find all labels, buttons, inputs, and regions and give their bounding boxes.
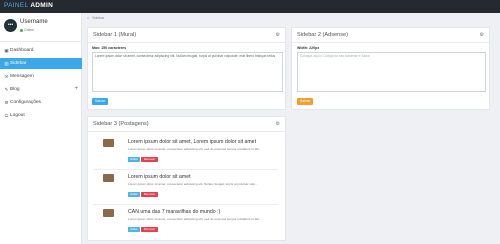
user-status: Online xyxy=(20,28,34,32)
user-profile: ••• Username Online xyxy=(0,13,82,42)
save-button[interactable]: Salvar xyxy=(92,98,108,105)
brand-part-2: ADMIN xyxy=(30,2,54,9)
sidebar-item-logout[interactable]: ⏻ Logout xyxy=(0,110,82,121)
field-label: Max: 150 caracteres xyxy=(92,46,127,50)
envelope-icon: ✉ xyxy=(4,74,9,79)
divider xyxy=(88,42,285,43)
sidebar-item-sidebar[interactable]: ▥ Sidebar xyxy=(0,58,82,69)
username: Username xyxy=(20,19,48,25)
panel-sidebar-1: Sidebar 1 (Mural) ⚙ Max: 150 caracteres … xyxy=(87,27,286,110)
sidebar-item-blog[interactable]: ✎ Blog + xyxy=(0,84,82,95)
remove-button[interactable]: Remover xyxy=(141,192,158,197)
sidebar-item-configuracoes[interactable]: ⚙ Configurações xyxy=(0,97,82,108)
home-icon[interactable]: ⌂ xyxy=(87,16,89,20)
edit-button[interactable]: Editar xyxy=(128,227,140,232)
sidebar-icon: ▥ xyxy=(4,61,9,66)
avatar[interactable]: ••• xyxy=(4,19,17,32)
power-icon: ⏻ xyxy=(4,113,9,118)
post-thumbnail[interactable] xyxy=(103,209,114,217)
sidebar-item-label: Logout xyxy=(10,113,25,118)
breadcrumb: ⌂ Sidebar xyxy=(87,16,104,20)
post-excerpt: Lorem ipsum dolor sit amet, consectetur … xyxy=(128,147,262,151)
mural-textarea[interactable]: Lorem ipsum dolor sit amet, consectetur … xyxy=(92,52,283,92)
post-title[interactable]: Lorem ipsum dolor sit amet xyxy=(128,174,191,180)
divider xyxy=(88,131,285,132)
post-excerpt: Lorem ipsum dolor sit amet, consectetur … xyxy=(128,217,262,221)
sidebar-item-label: Blog xyxy=(10,87,20,92)
expand-plus-icon[interactable]: + xyxy=(74,86,78,92)
divider xyxy=(292,42,489,43)
post-thumbnail[interactable] xyxy=(103,139,114,147)
panel-sidebar-2: Sidebar 2 (Adsense) ⚙ Width: 220px Coloq… xyxy=(291,27,490,110)
sidebar-item-label: Configurações xyxy=(10,100,41,105)
pencil-icon: ✎ xyxy=(4,87,9,92)
user-status-label: Online xyxy=(24,28,35,32)
sidebar-item-label: Dashboard xyxy=(10,48,34,53)
gear-icon[interactable]: ⚙ xyxy=(480,32,484,38)
sidebar-item-mensagem[interactable]: ✉ Mensagem xyxy=(0,71,82,82)
sidebar-item-dashboard[interactable]: ▣ Dashboard xyxy=(0,45,82,56)
gear-icon[interactable]: ⚙ xyxy=(276,121,280,127)
sidebar-item-label: Mensagem xyxy=(10,74,34,79)
brand-logo[interactable]: PAINEL ADMIN xyxy=(4,2,53,9)
post-item: Lorem ipsum dolor sit amet, Lorem ipsum … xyxy=(103,139,283,171)
post-item: CAN uma das 7 maravilhas do mundo :) Lor… xyxy=(103,209,283,241)
online-status-dot-icon xyxy=(20,28,23,32)
brand-part-1: PAINEL xyxy=(4,2,29,9)
panel-title: Sidebar 1 (Mural) xyxy=(93,32,137,38)
edit-button[interactable]: Editar xyxy=(128,192,140,197)
post-excerpt: Lorem ipsum dolor sit amet, consectetur … xyxy=(128,182,258,186)
divider xyxy=(93,204,278,205)
post-title[interactable]: Lorem ipsum dolor sit amet, Lorem ipsum … xyxy=(128,139,256,145)
gear-icon[interactable]: ⚙ xyxy=(276,32,280,38)
post-title[interactable]: CAN uma das 7 maravilhas do mundo :) xyxy=(128,209,220,215)
edit-button[interactable]: Editar xyxy=(128,157,140,162)
post-thumbnail[interactable] xyxy=(103,174,114,182)
post-item: Lorem ipsum dolor sit amet Lorem ipsum d… xyxy=(103,174,283,206)
top-navbar: PAINEL ADMIN xyxy=(0,0,500,13)
breadcrumb-current: Sidebar xyxy=(92,16,105,20)
divider xyxy=(93,169,278,170)
sidebar: ••• Username Online ▣ Dashboard ▥ Sideba… xyxy=(0,13,82,244)
remove-button[interactable]: Remover xyxy=(141,157,158,162)
gear-icon: ⚙ xyxy=(4,100,9,105)
save-button[interactable]: Salvar xyxy=(297,98,313,105)
panel-title: Sidebar 3 (Postagens) xyxy=(93,121,149,127)
dashboard-icon: ▣ xyxy=(4,48,9,53)
remove-button[interactable]: Remover xyxy=(141,227,158,232)
panel-title: Sidebar 2 (Adsense) xyxy=(297,32,348,38)
panel-sidebar-3: Sidebar 3 (Postagens) ⚙ Lorem ipsum dolo… xyxy=(87,116,286,241)
field-label: Width: 220px xyxy=(297,46,320,50)
sidebar-item-label: Sidebar xyxy=(10,61,27,66)
adsense-textarea[interactable]: Coloque aqui o Código do seu Adsense e S… xyxy=(297,52,486,92)
